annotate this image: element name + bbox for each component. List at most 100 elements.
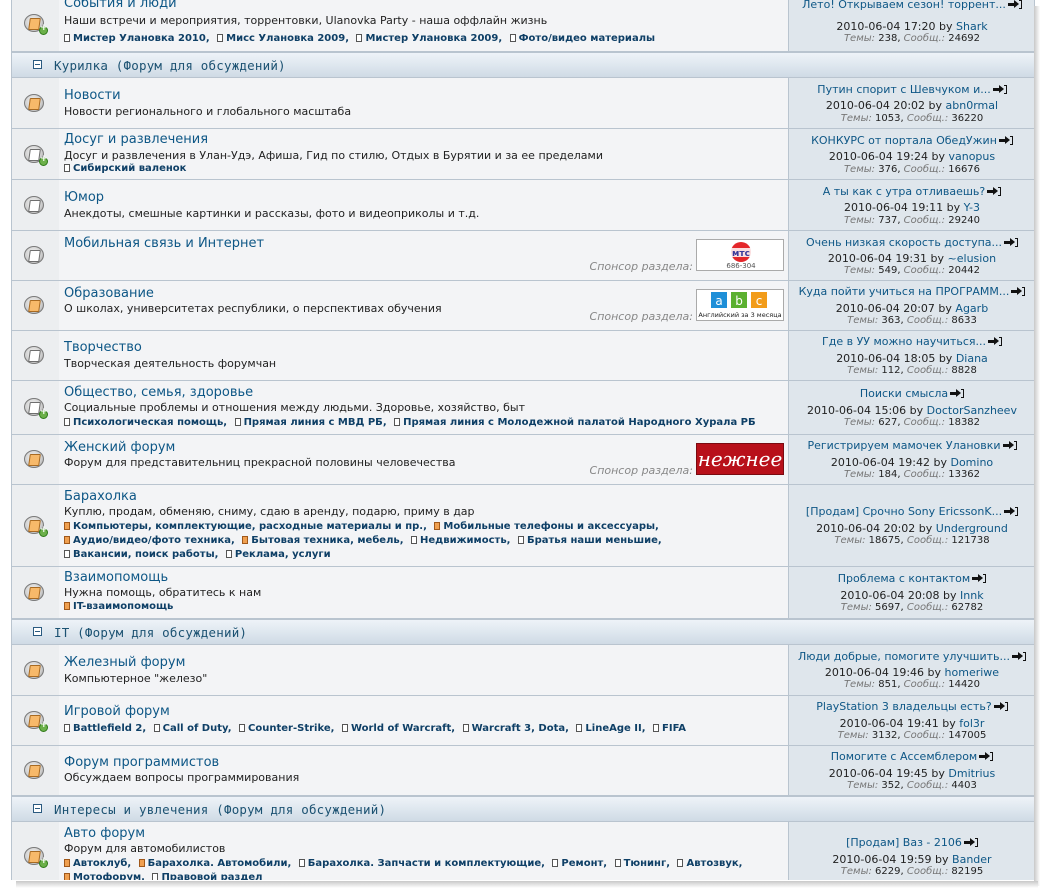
last-post-user[interactable]: abn0rmal [946,99,999,112]
last-post-user[interactable]: Dmitrius [948,767,995,780]
collapse-toggle-icon[interactable] [33,627,42,636]
subforum-link[interactable]: Психологическая помощь, [64,416,227,430]
last-post-user[interactable]: DoctorSanzheev [927,404,1017,417]
goto-last-post-icon[interactable] [963,838,978,847]
forum-title[interactable]: Игровой форум [64,704,170,719]
last-post-user[interactable]: Underground [936,522,1008,535]
subforum-link[interactable]: Ремонт, [552,857,607,871]
last-post-title[interactable]: КОНКУРС от портала ОбедУжин [789,134,1034,147]
last-post-user[interactable]: homeriwe [945,666,1000,679]
subforum-link[interactable]: Мисс Улановка 2009, [217,32,349,46]
subforum-link[interactable]: Фото/видео материалы [509,32,655,46]
forum-title[interactable]: Новости [64,88,121,103]
forum-title[interactable]: Женский форум [64,440,175,455]
goto-last-post-icon[interactable] [950,389,965,398]
last-post-title[interactable]: Проблема с контактом [789,572,1034,585]
sponsor-banner-nezhnee[interactable]: нежнее [696,443,784,475]
forum-title[interactable]: Барахолка [64,489,137,504]
forum-title[interactable]: Авто форум [64,826,145,841]
subforum-link[interactable]: Реклама, услуги [225,548,331,562]
last-post-title[interactable]: PlayStation 3 владельцы есть? [789,700,1034,713]
last-post-user[interactable]: vanopus [948,150,995,163]
goto-last-post-icon[interactable] [979,752,994,761]
sponsor-banner-abc[interactable]: a b c Английский за 3 месяца [696,289,784,321]
subforum-link[interactable]: Барахолка. Запчасти и комплектующие, [298,857,545,871]
subforum-link[interactable]: Counter-Strike, [239,722,334,736]
subforum-link[interactable]: Сибирский валенок [64,162,186,176]
subforum-link[interactable]: World of Warcraft, [341,722,455,736]
forum-title[interactable]: Юмор [64,190,104,205]
subforum-link[interactable]: Правовой раздел [152,871,263,880]
subforum-link[interactable]: Автозвук, [677,857,742,871]
goto-last-post-icon[interactable] [993,702,1008,711]
subforum-link[interactable]: FIFA [653,722,686,736]
subforum-link[interactable]: Call of Duty, [153,722,232,736]
goto-last-post-icon[interactable] [1002,441,1017,450]
subforum-link[interactable]: Тюнинг, [614,857,670,871]
subforum-link[interactable]: Warcraft 3, Dota, [462,722,569,736]
goto-last-post-icon[interactable] [972,574,987,583]
last-post-title[interactable]: Очень низкая скорость доступа... [789,236,1034,249]
subforum-link[interactable]: Автоклуб, [64,857,131,871]
subforum-link[interactable]: Братья наши меньшие, [517,534,662,548]
last-post-title[interactable]: Где в УУ можно научиться... [789,335,1034,348]
goto-last-post-icon[interactable] [1004,507,1019,516]
goto-last-post-icon[interactable] [1012,652,1027,661]
forum-title[interactable]: Досуг и развлечения [64,132,208,147]
subforum-link[interactable]: IT-взаимопомощь [64,600,173,614]
goto-last-post-icon[interactable] [987,337,1002,346]
subforum-link[interactable]: Мистер Улановка 2009, [356,32,502,46]
last-post-user[interactable]: Domino [950,456,993,469]
last-post-user[interactable]: fol3r [959,717,984,730]
forum-title[interactable]: Железный форум [64,655,185,670]
sponsor-banner-mts[interactable]: мтс 686-304 [696,239,784,271]
collapse-toggle-icon[interactable] [33,804,42,813]
subforum-link[interactable]: Battlefield 2, [64,722,146,736]
forum-title[interactable]: Мобильная связь и Интернет [64,236,264,251]
subforum-link[interactable]: Бытовая техника, мебель, [242,534,404,548]
goto-last-post-icon[interactable] [992,85,1007,94]
forum-title[interactable]: Образование [64,286,154,301]
category-title[interactable]: IT (Форум для обсуждений) [54,625,247,640]
forum-title[interactable]: Общество, семья, здоровье [64,385,253,400]
subforum-link[interactable]: Барахолка. Автомобили, [138,857,291,871]
category-title[interactable]: Курилка (Форум для обсуждений) [54,58,286,73]
forum-title[interactable]: Творчество [64,340,142,355]
subforum-link[interactable]: Прямая линия с МВД РБ, [234,416,387,430]
subforum-link[interactable]: Мотофорум, [64,871,145,880]
last-post-title[interactable]: [Продам] Ваз - 2106 [789,836,1034,849]
last-post-user[interactable]: ~elusion [948,252,997,265]
last-post-title[interactable]: Поиски смысла [789,387,1034,400]
subforum-link[interactable]: Недвижимость, [411,534,510,548]
subforum-link[interactable]: Вакансии, поиск работы, [64,548,218,562]
last-post-user[interactable]: Shark [956,20,988,33]
last-post-user[interactable]: Bander [952,853,992,866]
forum-title[interactable]: События и люди [64,0,177,11]
goto-last-post-icon[interactable] [987,187,1002,196]
category-title[interactable]: Интересы и увлечения (Форум для обсужден… [54,802,386,817]
subforum-link[interactable]: Мистер Улановка 2010, [64,32,210,46]
subforum-link[interactable]: Компьютеры, комплектующие, расходные мат… [64,520,427,534]
last-post-title[interactable]: Люди добрые, помогите улучшить... [789,650,1034,663]
subforum-link[interactable]: Мобильные телефоны и аксессуары, [434,520,659,534]
last-post-title[interactable]: [Продам] Срочно Sony EricssonK... [789,505,1034,518]
subforum-link[interactable]: Аудио/видео/фото техника, [64,534,235,548]
last-post-title[interactable]: Куда пойти учиться на ПРОГРАММ... [789,285,1034,298]
last-post-user[interactable]: Agarb [955,302,988,315]
last-post-title[interactable]: А ты как с утра отливаешь? [789,185,1034,198]
goto-last-post-icon[interactable] [1007,0,1022,9]
goto-last-post-icon[interactable] [1011,287,1026,296]
last-post-title[interactable]: Лето! Открываем сезон! торрент... [789,0,1034,11]
goto-last-post-icon[interactable] [998,136,1013,145]
goto-last-post-icon[interactable] [1004,238,1019,247]
last-post-user[interactable]: Innk [960,589,984,602]
forum-title[interactable]: Форум программистов [64,755,219,770]
last-post-title[interactable]: Путин спорит с Шевчуком и... [789,83,1034,96]
last-post-user[interactable]: Diana [956,352,988,365]
last-post-user[interactable]: Y-3 [964,201,980,214]
subforum-link[interactable]: Прямая линия с Молодежной палатой Народн… [394,416,756,430]
last-post-title[interactable]: Регистрируем мамочек Улановки [789,439,1034,452]
last-post-title[interactable]: Помогите с Ассемблером [789,750,1034,763]
subforum-link[interactable]: LineAge II, [576,722,646,736]
forum-title[interactable]: Взаимопомощь [64,570,168,585]
